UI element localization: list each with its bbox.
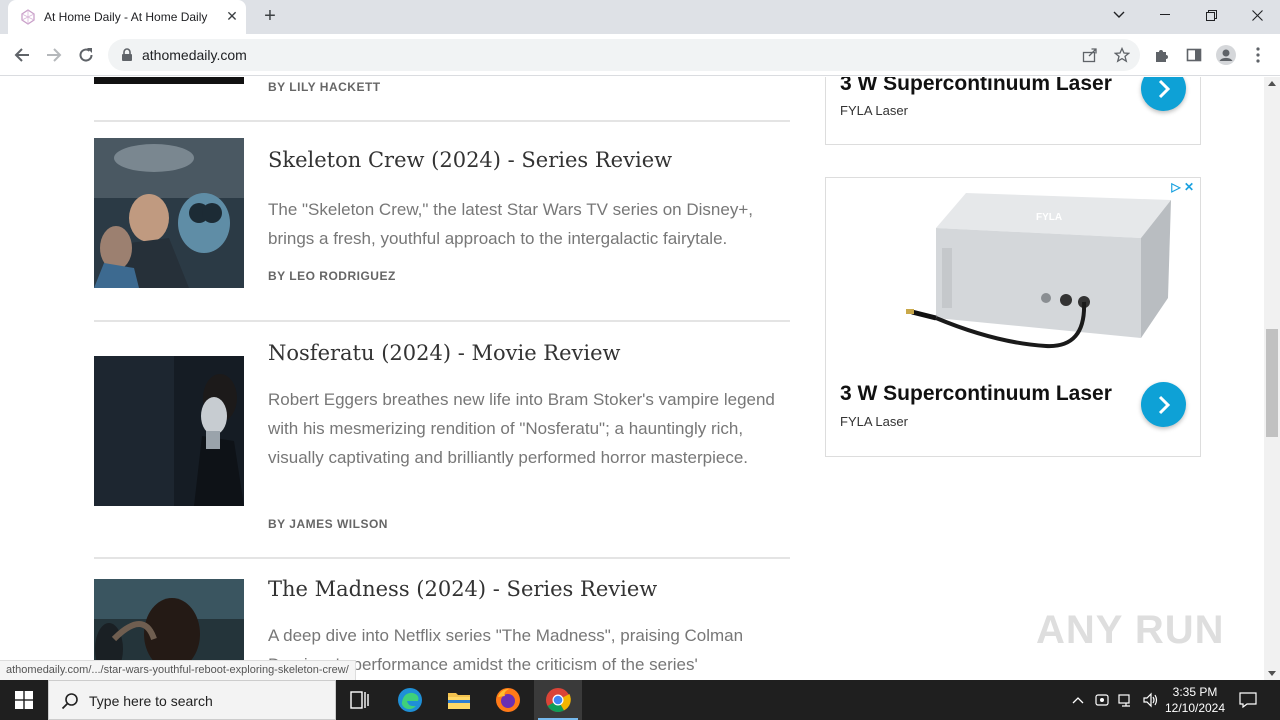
- sidebar-ad[interactable]: 3 W Supercontinuum Laser FYLA Laser: [825, 77, 1201, 145]
- network-icon[interactable]: [1116, 690, 1136, 710]
- meet-now-icon[interactable]: [1092, 690, 1112, 710]
- close-window-button[interactable]: [1234, 0, 1280, 30]
- restore-window-button[interactable]: [1188, 0, 1234, 30]
- taskbar-search-placeholder[interactable]: Type here to search: [89, 693, 213, 709]
- tab-search-chevron-icon[interactable]: [1096, 0, 1142, 30]
- ad-brand[interactable]: FYLA Laser: [840, 103, 908, 118]
- notification-center-icon[interactable]: [1238, 690, 1258, 710]
- clock-time: 3:35 PM: [1172, 685, 1218, 699]
- url-text[interactable]: athomedaily.com: [142, 47, 247, 63]
- article-byline[interactable]: BY LEO RODRIGUEZ: [268, 269, 396, 283]
- ad-brand[interactable]: FYLA Laser: [840, 414, 908, 429]
- chevron-right-icon: [1158, 79, 1170, 98]
- link-status-bubble: athomedaily.com/.../star-wars-youthful-r…: [0, 660, 356, 680]
- chrome-taskbar-icon[interactable]: [534, 680, 582, 720]
- page-scrollbar[interactable]: [1264, 77, 1280, 680]
- browser-tab[interactable]: At Home Daily - At Home Daily ✕: [8, 0, 246, 34]
- article-divider: [94, 320, 790, 322]
- article-byline[interactable]: BY JAMES WILSON: [268, 517, 388, 531]
- article-title[interactable]: The Madness (2024) - Series Review: [268, 577, 657, 601]
- article-divider: [94, 557, 790, 559]
- article-thumbnail[interactable]: [94, 356, 244, 506]
- back-arrow-icon[interactable]: [8, 41, 36, 69]
- article-description: The "Skeleton Crew," the latest Star War…: [268, 200, 753, 248]
- ad-arrow-button[interactable]: [1141, 77, 1186, 111]
- article-divider: [94, 120, 790, 122]
- bookmark-star-icon[interactable]: [1112, 45, 1132, 65]
- share-icon[interactable]: [1080, 45, 1100, 65]
- forward-arrow-icon[interactable]: [40, 41, 68, 69]
- edge-browser-icon[interactable]: [386, 680, 434, 720]
- new-tab-button[interactable]: +: [258, 5, 282, 29]
- scroll-up-arrow-icon[interactable]: [1268, 81, 1276, 86]
- volume-icon[interactable]: [1140, 690, 1160, 710]
- extensions-puzzle-icon[interactable]: [1152, 45, 1172, 65]
- file-explorer-icon[interactable]: [435, 680, 483, 720]
- profile-avatar-icon[interactable]: [1216, 45, 1236, 65]
- article-description: Robert Eggers breathes new life into Bra…: [268, 390, 775, 467]
- taskbar-clock[interactable]: 3:35 PM 12/10/2024: [1164, 684, 1226, 716]
- ad-title[interactable]: 3 W Supercontinuum Laser: [840, 382, 1112, 406]
- chrome-menu-icon[interactable]: [1248, 45, 1268, 65]
- previous-article-byline[interactable]: BY LILY HACKETT: [268, 80, 381, 94]
- sidebar-ad[interactable]: ▷ ✕ FYLA 3 W Supercontinuum Laser FYLA L…: [825, 177, 1201, 457]
- show-hidden-icons-chevron-icon[interactable]: [1068, 690, 1088, 710]
- search-icon: [61, 693, 78, 710]
- tab-title: At Home Daily - At Home Daily: [44, 10, 208, 24]
- taskbar-search-box[interactable]: Type here to search: [48, 680, 336, 720]
- address-bar[interactable]: athomedaily.com: [108, 39, 1140, 71]
- ad-arrow-button[interactable]: [1141, 382, 1186, 427]
- windows-start-icon[interactable]: [0, 680, 48, 720]
- scroll-thumb[interactable]: [1266, 329, 1278, 437]
- clock-date: 12/10/2024: [1164, 701, 1226, 715]
- article-thumbnail[interactable]: [94, 138, 244, 288]
- tab-strip: At Home Daily - At Home Daily ✕ +: [0, 0, 1280, 34]
- article-title[interactable]: Nosferatu (2024) - Movie Review: [268, 341, 621, 365]
- lock-icon[interactable]: [120, 48, 134, 62]
- windows-taskbar: Type here to search 3:35 PM 12/10/2024: [0, 680, 1280, 720]
- minimize-window-button[interactable]: [1142, 0, 1188, 30]
- scroll-down-arrow-icon[interactable]: [1268, 671, 1276, 676]
- firefox-icon[interactable]: [484, 680, 532, 720]
- anyrun-watermark: ANY RUN: [1036, 608, 1225, 652]
- reload-icon[interactable]: [72, 41, 100, 69]
- chevron-right-icon: [1158, 395, 1170, 414]
- side-panel-icon[interactable]: [1184, 45, 1204, 65]
- previous-article-thumbnail[interactable]: [94, 77, 244, 84]
- task-view-icon[interactable]: [336, 680, 384, 720]
- product-brand-mark: FYLA: [1036, 212, 1062, 223]
- page-viewport: BY LILY HACKETT Skeleton Crew (2024) - S…: [0, 77, 1264, 680]
- article-title[interactable]: Skeleton Crew (2024) - Series Review: [268, 148, 672, 172]
- laser-product-image[interactable]: FYLA: [906, 188, 1178, 356]
- site-favicon-icon: [21, 9, 35, 25]
- tab-close-icon[interactable]: ✕: [224, 8, 240, 24]
- browser-toolbar: athomedaily.com: [0, 34, 1280, 76]
- ad-title[interactable]: 3 W Supercontinuum Laser: [840, 77, 1112, 96]
